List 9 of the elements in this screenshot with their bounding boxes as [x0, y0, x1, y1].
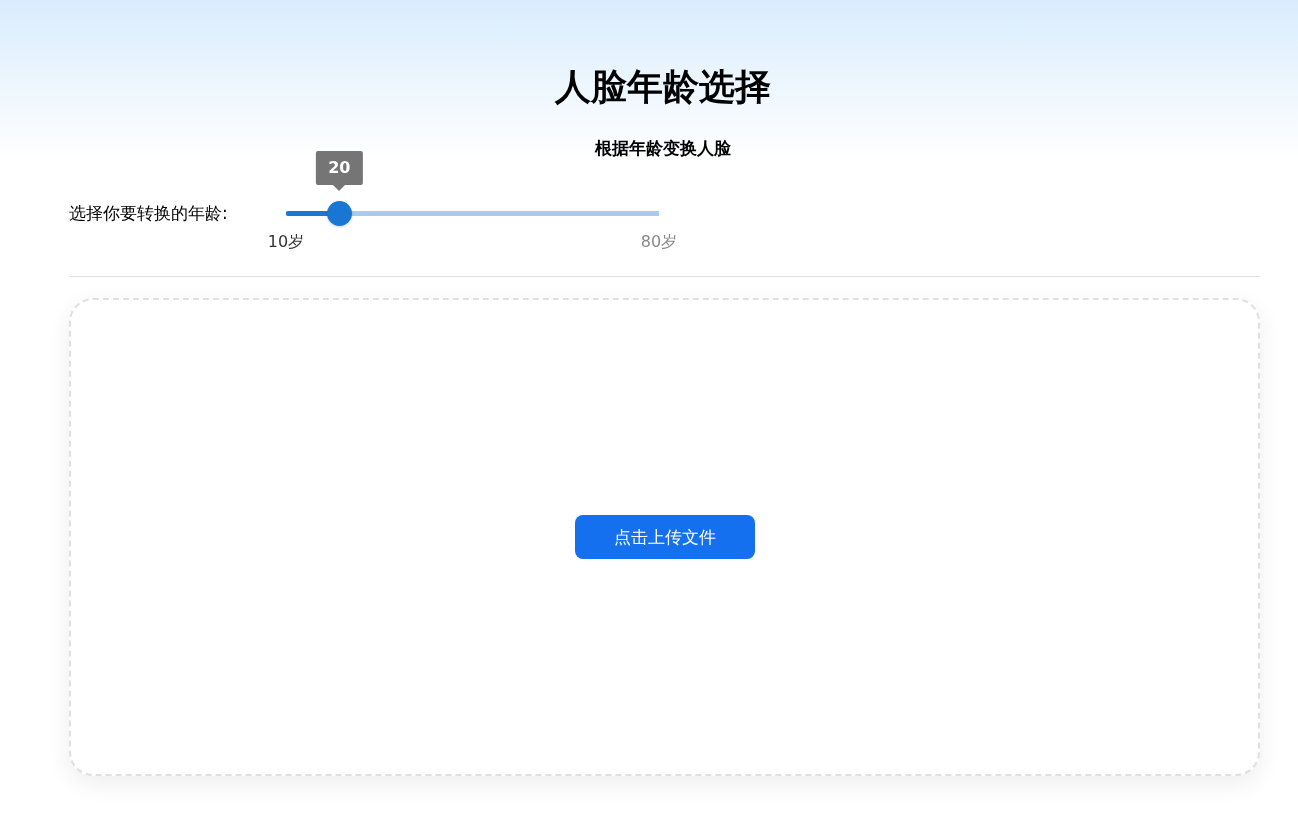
- max-age-label: 80岁: [640, 232, 678, 253]
- min-age-label: 10岁: [267, 232, 305, 253]
- page-title: 人脸年龄选择: [555, 65, 771, 109]
- slider-label: 选择你要转换的年龄:: [69, 202, 229, 225]
- value-tooltip: 20: [316, 151, 363, 185]
- slider-thumb[interactable]: [327, 201, 353, 226]
- tooltip-pointer-icon: [333, 185, 346, 191]
- upload-area[interactable]: 点击上传文件: [69, 298, 1260, 776]
- upload-button[interactable]: 点击上传文件: [574, 515, 755, 559]
